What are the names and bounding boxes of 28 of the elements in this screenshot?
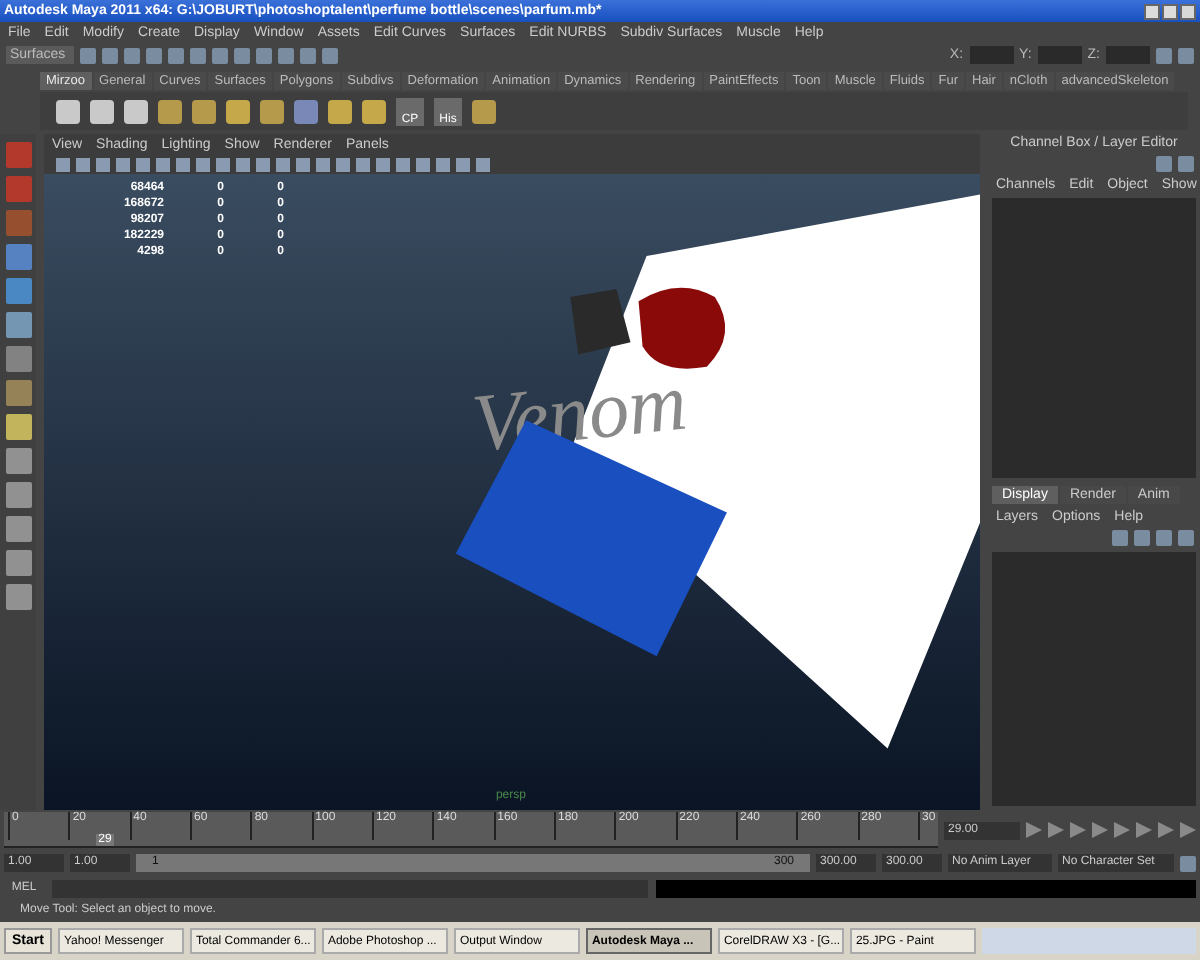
tool-icon[interactable] (5, 346, 31, 372)
shelf-icon[interactable] (362, 99, 386, 123)
tool-icon[interactable] (5, 584, 31, 610)
shelf-icon[interactable] (226, 99, 250, 123)
coordinate-field[interactable] (969, 46, 1014, 64)
shelf-icon[interactable] (472, 99, 496, 123)
tool-icon[interactable] (5, 414, 31, 440)
shelf-icon[interactable] (260, 99, 284, 123)
key-icon[interactable] (1180, 855, 1196, 871)
shelf-icon[interactable] (294, 99, 318, 123)
shelf-icon[interactable] (56, 99, 80, 123)
tool-icon[interactable] (5, 550, 31, 576)
coordinate-field[interactable] (1106, 46, 1150, 64)
tool-icon[interactable] (5, 448, 31, 474)
dark-object (570, 288, 631, 355)
cloth-object (638, 287, 726, 369)
tool-icon[interactable] (5, 482, 31, 508)
coordinate-field[interactable] (1037, 46, 1082, 64)
shelf-icon[interactable] (90, 99, 114, 123)
shelf-icon[interactable] (124, 99, 148, 123)
tool-icon[interactable] (5, 516, 31, 542)
tool-icon[interactable] (5, 380, 31, 406)
tool-icon[interactable] (5, 244, 31, 270)
shelf-icon[interactable] (158, 99, 182, 123)
shelf-icon[interactable] (328, 99, 352, 123)
shelf-icon[interactable] (192, 99, 216, 123)
tool-icon[interactable] (5, 312, 31, 338)
tool-icon[interactable] (5, 278, 31, 304)
